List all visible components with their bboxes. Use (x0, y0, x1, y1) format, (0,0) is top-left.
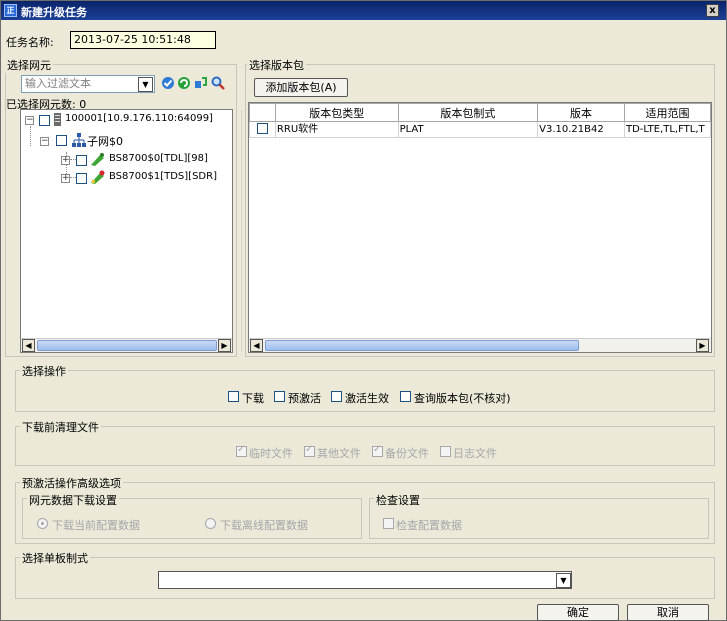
basestation-alarm-icon (91, 170, 105, 184)
scroll-thumb[interactable] (37, 340, 217, 351)
operations-title: 选择操作 (20, 363, 68, 379)
refresh-icon[interactable] (177, 76, 191, 90)
locate-icon[interactable] (194, 76, 208, 90)
col-header-mode[interactable]: 版本包制式 (397, 103, 539, 122)
scroll-thumb[interactable] (265, 340, 579, 351)
tree-checkbox[interactable] (56, 135, 67, 146)
package-table-hscrollbar[interactable]: ◀ ▶ (249, 338, 711, 352)
tree-item-label[interactable]: 100001[10.9.176.110:64099] (65, 113, 213, 129)
cleanup-other-label: 其他文件 (317, 447, 361, 460)
cleanup-backup-label: 备份文件 (385, 447, 429, 460)
row-checkbox[interactable] (256, 123, 268, 134)
cleanup-log-label: 日志文件 (453, 447, 497, 460)
check-title: 检查设置 (374, 492, 422, 508)
scroll-right-arrow[interactable]: ▶ (696, 339, 709, 352)
radio-download-offline[interactable] (205, 518, 216, 529)
title-bar[interactable]: 正 新建升级任务 x (1, 1, 726, 20)
op-activate-checkbox[interactable] (331, 391, 342, 402)
cell-version: V3.10.21B42 (537, 121, 625, 138)
dialog-window: 正 新建升级任务 x 任务名称: 2013-07-25 10:51:48 选择网… (0, 0, 727, 621)
op-preactivate-label[interactable]: 预激活 (288, 390, 321, 406)
tree-collapse-toggle[interactable]: − (40, 137, 49, 146)
ne-select-title: 选择网元 (5, 57, 53, 73)
package-select-title: 选择版本包 (247, 57, 306, 73)
scroll-right-arrow[interactable]: ▶ (218, 339, 231, 352)
task-name-input[interactable]: 2013-07-25 10:51:48 (70, 31, 216, 49)
task-name-label: 任务名称: (6, 36, 54, 49)
app-icon: 正 (4, 4, 17, 17)
cleanup-log-checkbox[interactable] (440, 446, 451, 457)
col-header-select[interactable] (249, 103, 276, 122)
cleanup-backup-checkbox[interactable] (372, 444, 383, 457)
table-row[interactable]: RRU软件 PLAT V3.10.21B42 TD-LTE,TL,FTL,T (249, 121, 711, 138)
check-config-checkbox[interactable] (383, 518, 394, 529)
subnet-icon (72, 133, 86, 147)
package-table: 版本包类型 版本包制式 版本 适用范围 RRU软件 PLAT V3.10.21B… (249, 103, 711, 138)
col-header-scope[interactable]: 适用范围 (624, 103, 711, 122)
scroll-left-arrow[interactable]: ◀ (22, 339, 35, 352)
server-icon (54, 113, 61, 126)
cleanup-title: 下载前清理文件 (20, 419, 101, 435)
tree-expand-toggle[interactable]: + (61, 174, 70, 183)
search-icon[interactable] (211, 76, 225, 90)
close-button[interactable]: x (706, 4, 719, 17)
basestation-green-icon (91, 153, 104, 166)
col-header-version[interactable]: 版本 (537, 103, 625, 122)
ok-button[interactable]: 确定 (537, 604, 619, 621)
ne-data-title: 网元数据下载设置 (27, 492, 119, 508)
cell-mode: PLAT (397, 121, 539, 138)
tree-checkbox[interactable] (76, 155, 87, 166)
op-download-checkbox[interactable] (228, 391, 239, 402)
cleanup-temp-checkbox[interactable] (236, 444, 247, 457)
op-activate-label[interactable]: 激活生效 (345, 390, 389, 406)
check-all-icon[interactable] (161, 76, 175, 90)
filter-dropdown-button[interactable]: ▼ (138, 77, 153, 92)
tree-collapse-toggle[interactable]: − (25, 116, 34, 125)
add-package-button[interactable]: 添加版本包(A) (254, 78, 348, 97)
ne-tree-panel: − 100001[10.9.176.110:64099] − 子网$0 + BS… (20, 109, 233, 353)
cancel-button[interactable]: 取消 (627, 604, 709, 621)
op-query-checkbox[interactable] (400, 391, 411, 402)
tree-expand-toggle[interactable]: + (61, 156, 70, 165)
op-download-label[interactable]: 下载 (242, 390, 264, 406)
cell-type: RRU软件 (274, 121, 399, 138)
board-mode-title: 选择单板制式 (20, 550, 90, 566)
tree-item-label[interactable]: BS8700$0[TDL][98] (109, 153, 208, 169)
cleanup-other-checkbox[interactable] (304, 444, 315, 457)
cleanup-temp-label: 临时文件 (249, 447, 293, 460)
ne-filter-input[interactable]: 输入过滤文本 (21, 75, 155, 93)
op-query-label[interactable]: 查询版本包(不核对) (414, 390, 511, 406)
package-table-panel: 版本包类型 版本包制式 版本 适用范围 RRU软件 PLAT V3.10.21B… (248, 102, 712, 353)
radio-download-current[interactable] (37, 518, 48, 529)
tree-checkbox[interactable] (39, 115, 50, 126)
ne-tree-hscrollbar[interactable]: ◀ ▶ (21, 338, 232, 352)
window-title: 新建升级任务 (21, 6, 87, 19)
board-mode-dropdown-button[interactable]: ▼ (556, 573, 571, 588)
radio-download-current-label: 下载当前配置数据 (52, 519, 140, 532)
op-preactivate-checkbox[interactable] (274, 391, 285, 402)
col-header-type[interactable]: 版本包类型 (274, 103, 399, 122)
tree-item-label[interactable]: BS8700$1[TDS][SDR] (109, 171, 217, 187)
preactivate-title: 预激活操作高级选项 (20, 475, 123, 491)
tree-item-label[interactable]: 子网$0 (87, 133, 123, 149)
board-mode-select[interactable] (158, 571, 572, 589)
scroll-left-arrow[interactable]: ◀ (250, 339, 263, 352)
cell-scope: TD-LTE,TL,FTL,T (624, 121, 711, 138)
tree-checkbox[interactable] (76, 173, 87, 184)
cleanup-group (15, 426, 715, 466)
radio-download-offline-label: 下载离线配置数据 (220, 519, 308, 532)
check-config-label: 检查配置数据 (396, 519, 462, 532)
